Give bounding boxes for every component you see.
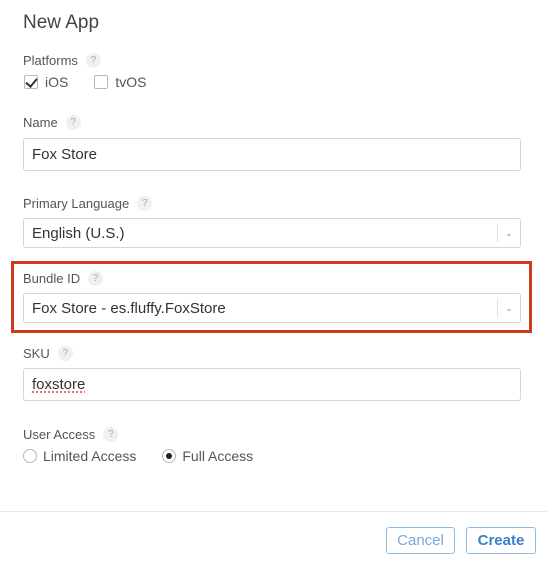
primary-language-label: Primary Language [23,196,130,211]
checkbox-checked-icon[interactable] [24,75,38,89]
cancel-button[interactable]: Cancel [386,527,455,554]
primary-language-label-row: Primary Language ? [23,196,153,211]
sku-label-row: SKU ? [23,346,73,361]
radio-unselected-icon[interactable] [23,449,37,463]
help-icon[interactable]: ? [137,196,153,211]
name-label: Name [23,115,58,130]
help-icon[interactable]: ? [88,271,104,286]
name-label-row: Name ? [23,115,81,130]
sku-value-text: foxstore [32,376,86,393]
bundle-id-label: Bundle ID [23,271,81,286]
create-button[interactable]: Create [466,527,536,554]
platforms-options: iOS tvOS [24,74,172,90]
bundle-id-label-row: Bundle ID ? [23,271,104,286]
name-input[interactable]: Fox Store [23,138,521,171]
help-icon[interactable]: ? [103,427,119,442]
user-access-options: Limited Access Full Access [23,448,279,464]
full-access-label: Full Access [182,448,254,464]
dialog-title: New App [23,12,100,33]
limited-access-label: Limited Access [43,448,137,464]
name-input-value[interactable]: Fox Store [24,146,520,163]
bundle-id-value: Fox Store - es.fluffy.FoxStore [32,299,226,317]
platform-ios-checkbox[interactable]: iOS [24,74,68,90]
primary-language-select[interactable]: English (U.S.) ⌄ [23,218,521,248]
platform-tvos-checkbox[interactable]: tvOS [94,74,146,90]
platform-tvos-label: tvOS [115,74,147,90]
help-icon[interactable]: ? [65,115,81,130]
user-access-label: User Access [23,427,96,442]
chevron-down-icon[interactable]: ⌄ [498,228,520,239]
sku-input[interactable]: foxstore [23,368,521,401]
bundle-id-select[interactable]: Fox Store - es.fluffy.FoxStore ⌄ [23,293,521,323]
checkbox-unchecked-icon[interactable] [94,75,109,89]
primary-language-value: English (U.S.) [32,224,125,242]
platforms-label-row: Platforms ? [23,53,101,68]
user-access-label-row: User Access ? [23,427,119,442]
radio-selected-icon[interactable] [162,449,177,463]
help-icon[interactable]: ? [85,53,101,68]
platforms-label: Platforms [23,53,78,68]
limited-access-radio[interactable]: Limited Access [23,448,136,464]
sku-label: SKU [23,346,50,361]
full-access-radio[interactable]: Full Access [162,448,253,464]
sku-input-value[interactable]: foxstore [24,376,520,393]
help-icon[interactable]: ? [57,346,73,361]
footer-divider [0,511,547,512]
chevron-down-icon[interactable]: ⌄ [498,303,520,314]
platform-ios-label: iOS [45,74,69,90]
